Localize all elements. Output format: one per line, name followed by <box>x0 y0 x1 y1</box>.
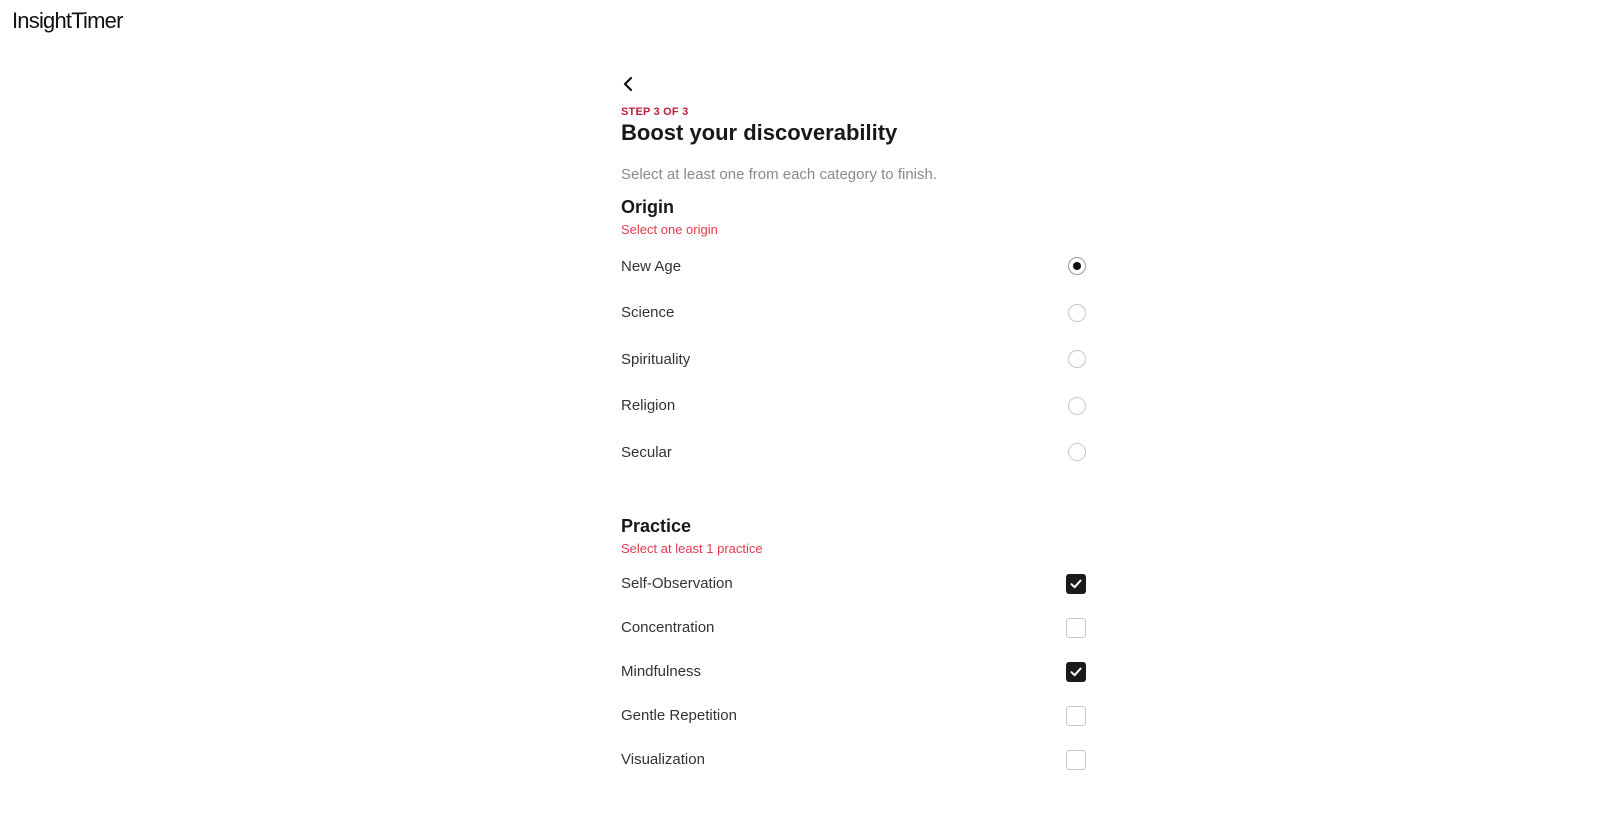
practice-option-mindfulness[interactable]: Mindfulness <box>621 650 1088 694</box>
radio-button[interactable] <box>1068 350 1086 369</box>
checkbox-checked[interactable] <box>1066 661 1086 682</box>
checkbox[interactable] <box>1066 705 1086 726</box>
radio-button[interactable] <box>1068 303 1086 322</box>
option-label: Science <box>621 304 675 322</box>
option-label: Secular <box>621 443 672 461</box>
option-label: Religion <box>621 397 676 415</box>
origin-options: New Age Science Spirituality Religion Se… <box>621 243 1088 476</box>
origin-option-secular[interactable]: Secular <box>621 429 1088 476</box>
radio-button[interactable] <box>1068 396 1086 415</box>
checkbox[interactable] <box>1066 749 1086 770</box>
option-label: New Age <box>621 257 682 275</box>
option-label: Spirituality <box>621 350 691 368</box>
practice-hint: Select at least 1 practice <box>621 540 763 556</box>
practice-section: Practice Select at least 1 practice Self… <box>621 516 1088 782</box>
checkmark-icon <box>1070 579 1082 588</box>
option-label: Self-Observation <box>621 575 733 592</box>
step-indicator: STEP 3 OF 3 <box>621 106 689 118</box>
radio-button[interactable] <box>1068 443 1086 462</box>
practice-option-gentle-repetition[interactable]: Gentle Repetition <box>621 694 1088 738</box>
origin-option-science[interactable]: Science <box>621 290 1088 337</box>
practice-title: Practice <box>621 515 692 536</box>
page-subtitle: Select at least one from each category t… <box>621 166 938 183</box>
checkmark-icon <box>1070 667 1082 676</box>
back-arrow-icon[interactable] <box>617 72 641 96</box>
origin-option-new-age[interactable]: New Age <box>621 243 1088 290</box>
origin-option-religion[interactable]: Religion <box>621 383 1088 430</box>
option-label: Gentle Repetition <box>621 707 737 724</box>
discoverability-form: STEP 3 OF 3 Boost your discoverability S… <box>621 72 1088 782</box>
page-title: Boost your discoverability <box>621 120 898 145</box>
origin-section: Origin Select one origin New Age Science… <box>621 197 1088 476</box>
option-label: Visualization <box>621 751 705 768</box>
origin-hint: Select one origin <box>621 222 718 237</box>
origin-option-spirituality[interactable]: Spirituality <box>621 336 1088 383</box>
insight-timer-logo[interactable]: InsightTimer <box>12 8 123 34</box>
checkbox[interactable] <box>1066 617 1086 638</box>
practice-option-self-observation[interactable]: Self-Observation <box>621 562 1088 606</box>
origin-title: Origin <box>621 197 674 217</box>
radio-button-selected[interactable] <box>1068 257 1086 276</box>
radio-dot <box>1073 262 1081 271</box>
practice-options: Self-Observation Concentration Mindfulne… <box>621 562 1088 782</box>
checkbox-checked[interactable] <box>1066 573 1086 594</box>
practice-option-concentration[interactable]: Concentration <box>621 606 1088 650</box>
option-label: Concentration <box>621 619 715 636</box>
option-label: Mindfulness <box>621 663 702 680</box>
practice-option-visualization[interactable]: Visualization <box>621 738 1088 782</box>
